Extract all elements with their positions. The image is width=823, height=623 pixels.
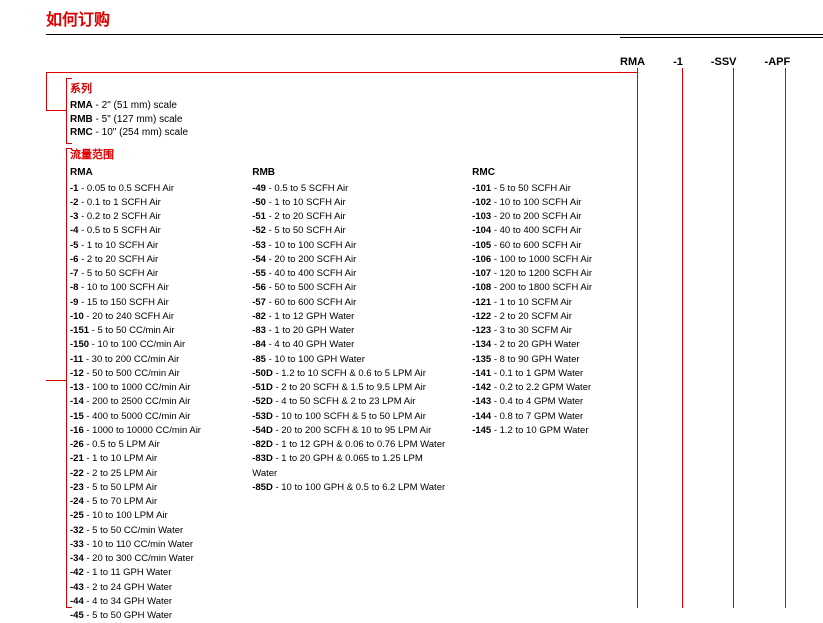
flow-range-item: -51 - 2 to 20 SCFH Air	[252, 210, 450, 224]
flow-range-item: -141 - 0.1 to 1 GPM Water	[472, 367, 623, 381]
flow-range-item: -56 - 50 to 500 SCFH Air	[252, 281, 450, 295]
flow-range-item: -150 - 10 to 100 CC/min Air	[70, 338, 230, 352]
flow-range-item: -52D - 4 to 50 SCFH & 2 to 23 LPM Air	[252, 395, 450, 409]
model-rule	[620, 37, 823, 38]
flow-range-item: -104 - 40 to 400 SCFH Air	[472, 224, 623, 238]
flow-range-item: -12 - 50 to 500 CC/min Air	[70, 367, 230, 381]
flow-range-item: -83D - 1 to 20 GPH & 0.065 to 1.25 LPM W…	[252, 452, 450, 481]
flow-range-item: -8 - 10 to 100 SCFH Air	[70, 281, 230, 295]
flow-range-item: -14 - 200 to 2500 CC/min Air	[70, 395, 230, 409]
flow-range-item: -143 - 0.4 to 4 GPM Water	[472, 395, 623, 409]
flow-range-item: -43 - 2 to 24 GPH Water	[70, 581, 230, 595]
series-item: RMB - 5" (127 mm) scale	[70, 113, 623, 127]
flow-range-item: -82 - 1 to 12 GPH Water	[252, 310, 450, 324]
flow-range-item: -122 - 2 to 20 SCFM Air	[472, 310, 623, 324]
flow-range-item: -107 - 120 to 1200 SCFH Air	[472, 267, 623, 281]
flow-range-item: -52 - 5 to 50 SCFH Air	[252, 224, 450, 238]
callout-line-rma	[637, 68, 638, 608]
callout-line-range	[682, 68, 683, 608]
flow-range-item: -57 - 60 to 600 SCFH Air	[252, 296, 450, 310]
flow-range-item: -25 - 10 to 100 LPM Air	[70, 509, 230, 523]
page-title: 如何订购	[0, 0, 823, 34]
flow-range-item: -32 - 5 to 50 CC/min Water	[70, 524, 230, 538]
column-rmb: RMB -49 - 0.5 to 5 SCFH Air-50 - 1 to 10 …	[252, 165, 450, 623]
flow-range-item: -83 - 1 to 20 GPH Water	[252, 324, 450, 338]
flow-range-item: -151 - 5 to 50 CC/min Air	[70, 324, 230, 338]
flow-range-item: -51D - 2 to 20 SCFH & 1.5 to 9.5 LPM Air	[252, 381, 450, 395]
title-rule	[46, 34, 823, 35]
flow-range-item: -54D - 20 to 200 SCFH & 10 to 95 LPM Air	[252, 424, 450, 438]
flow-range-item: -22 - 2 to 25 LPM Air	[70, 467, 230, 481]
flow-range-columns: RMA -1 - 0.05 to 0.5 SCFH Air-2 - 0.1 to …	[46, 165, 623, 623]
flow-range-item: -50D - 1.2 to 10 SCFH & 0.6 to 5 LPM Air	[252, 367, 450, 381]
model-number-row: RMA -1 -SSV -APF	[620, 56, 813, 68]
column-header: RMA	[70, 165, 230, 180]
flow-range-item: -82D - 1 to 12 GPH & 0.06 to 0.76 LPM Wa…	[252, 438, 450, 452]
flow-range-item: -3 - 0.2 to 2 SCFH Air	[70, 210, 230, 224]
callout-line-apf	[785, 68, 786, 608]
model-part-apf: -APF	[765, 56, 791, 68]
flow-range-item: -7 - 5 to 50 SCFH Air	[70, 267, 230, 281]
flow-range-item: -23 - 5 to 50 LPM Air	[70, 481, 230, 495]
section-heading-series: 系列	[46, 80, 623, 96]
flow-range-item: -11 - 30 to 200 CC/min Air	[70, 353, 230, 367]
flow-range-item: -50 - 1 to 10 SCFH Air	[252, 196, 450, 210]
flow-range-item: -44 - 4 to 34 GPH Water	[70, 595, 230, 609]
flow-range-item: -26 - 0.5 to 5 LPM Air	[70, 438, 230, 452]
flow-range-item: -2 - 0.1 to 1 SCFH Air	[70, 196, 230, 210]
flow-range-item: -101 - 5 to 50 SCFH Air	[472, 182, 623, 196]
flow-range-item: -13 - 100 to 1000 CC/min Air	[70, 381, 230, 395]
model-part-series: RMA	[620, 56, 645, 68]
flow-range-item: -16 - 1000 to 10000 CC/min Air	[70, 424, 230, 438]
flow-range-item: -53D - 10 to 100 SCFH & 5 to 50 LPM Air	[252, 410, 450, 424]
flow-range-item: -21 - 1 to 10 LPM Air	[70, 452, 230, 466]
flow-range-item: -54 - 20 to 200 SCFH Air	[252, 253, 450, 267]
flow-range-item: -84 - 4 to 40 GPH Water	[252, 338, 450, 352]
column-header: RMB	[252, 165, 450, 180]
series-item: RMC - 10" (254 mm) scale	[70, 126, 623, 140]
column-rmc: RMC -101 - 5 to 50 SCFH Air-102 - 10 to 1…	[472, 165, 623, 623]
flow-range-item: -53 - 10 to 100 SCFH Air	[252, 239, 450, 253]
flow-range-item: -55 - 40 to 400 SCFH Air	[252, 267, 450, 281]
flow-range-item: -45 - 5 to 50 GPH Water	[70, 609, 230, 623]
model-part-range: -1	[673, 56, 683, 68]
column-header: RMC	[472, 165, 623, 180]
flow-range-item: -15 - 400 to 5000 CC/min Air	[70, 410, 230, 424]
flow-range-item: -9 - 15 to 150 SCFH Air	[70, 296, 230, 310]
flow-range-item: -145 - 1.2 to 10 GPM Water	[472, 424, 623, 438]
flow-range-item: -134 - 2 to 20 GPH Water	[472, 338, 623, 352]
connector-line	[46, 72, 638, 73]
flow-range-item: -121 - 1 to 10 SCFM Air	[472, 296, 623, 310]
flow-range-item: -34 - 20 to 300 CC/min Water	[70, 552, 230, 566]
flow-range-item: -5 - 1 to 10 SCFH Air	[70, 239, 230, 253]
section-heading-flow: 流量范围	[46, 146, 623, 162]
flow-range-item: -144 - 0.8 to 7 GPM Water	[472, 410, 623, 424]
flow-range-item: -103 - 20 to 200 SCFH Air	[472, 210, 623, 224]
flow-range-item: -42 - 1 to 11 GPH Water	[70, 566, 230, 580]
flow-range-item: -6 - 2 to 20 SCFH Air	[70, 253, 230, 267]
flow-range-item: -135 - 8 to 90 GPH Water	[472, 353, 623, 367]
flow-range-item: -10 - 20 to 240 SCFH Air	[70, 310, 230, 324]
flow-range-item: -85D - 10 to 100 GPH & 0.5 to 6.2 LPM Wa…	[252, 481, 450, 495]
callout-line-ssv	[733, 68, 734, 608]
flow-range-item: -108 - 200 to 1800 SCFH Air	[472, 281, 623, 295]
flow-range-item: -33 - 10 to 110 CC/min Water	[70, 538, 230, 552]
flow-range-item: -106 - 100 to 1000 SCFH Air	[472, 253, 623, 267]
flow-range-item: -4 - 0.5 to 5 SCFH Air	[70, 224, 230, 238]
series-list: RMA - 2" (51 mm) scaleRMB - 5" (127 mm) …	[46, 99, 623, 140]
flow-range-item: -142 - 0.2 to 2.2 GPM Water	[472, 381, 623, 395]
flow-range-item: -102 - 10 to 100 SCFH Air	[472, 196, 623, 210]
model-part-ssv: -SSV	[711, 56, 737, 68]
flow-range-item: -24 - 5 to 70 LPM Air	[70, 495, 230, 509]
flow-range-item: -123 - 3 to 30 SCFM Air	[472, 324, 623, 338]
flow-range-item: -105 - 60 to 600 SCFH Air	[472, 239, 623, 253]
flow-range-item: -85 - 10 to 100 GPH Water	[252, 353, 450, 367]
series-item: RMA - 2" (51 mm) scale	[70, 99, 623, 113]
content-area: 系列 RMA - 2" (51 mm) scaleRMB - 5" (127 m…	[46, 80, 623, 623]
column-rma: RMA -1 - 0.05 to 0.5 SCFH Air-2 - 0.1 to …	[70, 165, 230, 623]
flow-range-item: -1 - 0.05 to 0.5 SCFH Air	[70, 182, 230, 196]
flow-range-item: -49 - 0.5 to 5 SCFH Air	[252, 182, 450, 196]
